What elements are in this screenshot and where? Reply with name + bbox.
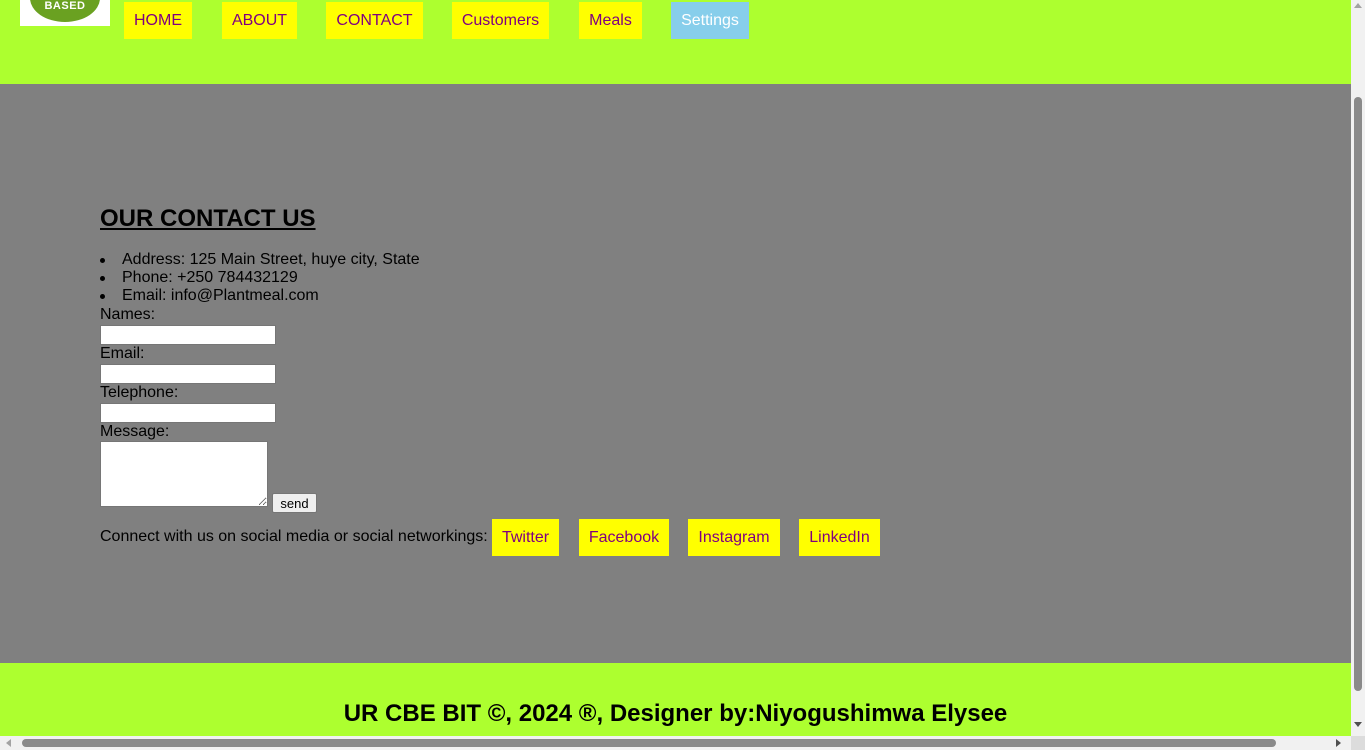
logo[interactable]: BASED: [20, 0, 110, 26]
scroll-right-icon[interactable]: [1336, 739, 1341, 747]
scroll-left-icon[interactable]: [6, 739, 11, 747]
logo-text: BASED: [44, 0, 86, 12]
list-item: Email: info@Plantmeal.com: [100, 287, 420, 305]
nav-settings-link[interactable]: Settings: [671, 2, 749, 39]
footer: UR CBE BIT ©, 2024 ®, Designer by:Niyogu…: [0, 663, 1351, 736]
bullet-icon: [100, 276, 105, 281]
list-item: Address: 125 Main Street, huye city, Sta…: [100, 251, 420, 269]
footer-text: UR CBE BIT ©, 2024 ®, Designer by:Niyogu…: [343, 700, 1008, 727]
email-text: Email: info@Plantmeal.com: [122, 287, 319, 304]
nav-contact-link[interactable]: CONTACT: [326, 2, 423, 39]
message-label: Message:: [100, 423, 170, 440]
instagram-link[interactable]: Instagram: [688, 519, 780, 556]
email-input[interactable]: [100, 364, 276, 384]
header: BASED HOME ABOUT CONTACT Customers Meals…: [0, 0, 1351, 84]
nav-about-link[interactable]: ABOUT: [222, 2, 297, 39]
main-content: OUR CONTACT US Address: 125 Main Street,…: [0, 84, 1351, 663]
names-input[interactable]: [100, 325, 276, 345]
bullet-icon: [100, 258, 105, 263]
nav-home-link[interactable]: HOME: [124, 2, 192, 39]
nav-customers-link[interactable]: Customers: [452, 2, 549, 39]
twitter-link[interactable]: Twitter: [492, 519, 559, 556]
telephone-input[interactable]: [100, 403, 276, 423]
email-label: Email:: [100, 345, 145, 362]
linkedin-link[interactable]: LinkedIn: [799, 519, 880, 556]
message-textarea[interactable]: [100, 441, 268, 507]
social-text: Connect with us on social media or socia…: [100, 528, 488, 545]
nav-meals-link[interactable]: Meals: [579, 2, 642, 39]
facebook-link[interactable]: Facebook: [579, 519, 669, 556]
contact-info-list: Address: 125 Main Street, huye city, Sta…: [100, 251, 420, 305]
list-item: Phone: +250 784432129: [100, 269, 420, 287]
page-title: OUR CONTACT US: [100, 205, 316, 232]
horizontal-scrollbar[interactable]: [0, 736, 1351, 750]
horizontal-scroll-thumb[interactable]: [22, 739, 1276, 747]
scroll-up-icon[interactable]: [1354, 3, 1362, 8]
address-text: Address: 125 Main Street, huye city, Sta…: [122, 251, 420, 268]
vertical-scroll-thumb[interactable]: [1354, 97, 1362, 691]
bullet-icon: [100, 294, 105, 299]
scroll-down-icon[interactable]: [1354, 722, 1362, 727]
send-button[interactable]: send: [272, 493, 317, 513]
vertical-scrollbar[interactable]: [1351, 0, 1365, 736]
names-label: Names:: [100, 306, 156, 323]
phone-text: Phone: +250 784432129: [122, 269, 298, 286]
scrollbar-corner: [1351, 736, 1365, 750]
telephone-label: Telephone:: [100, 384, 179, 401]
